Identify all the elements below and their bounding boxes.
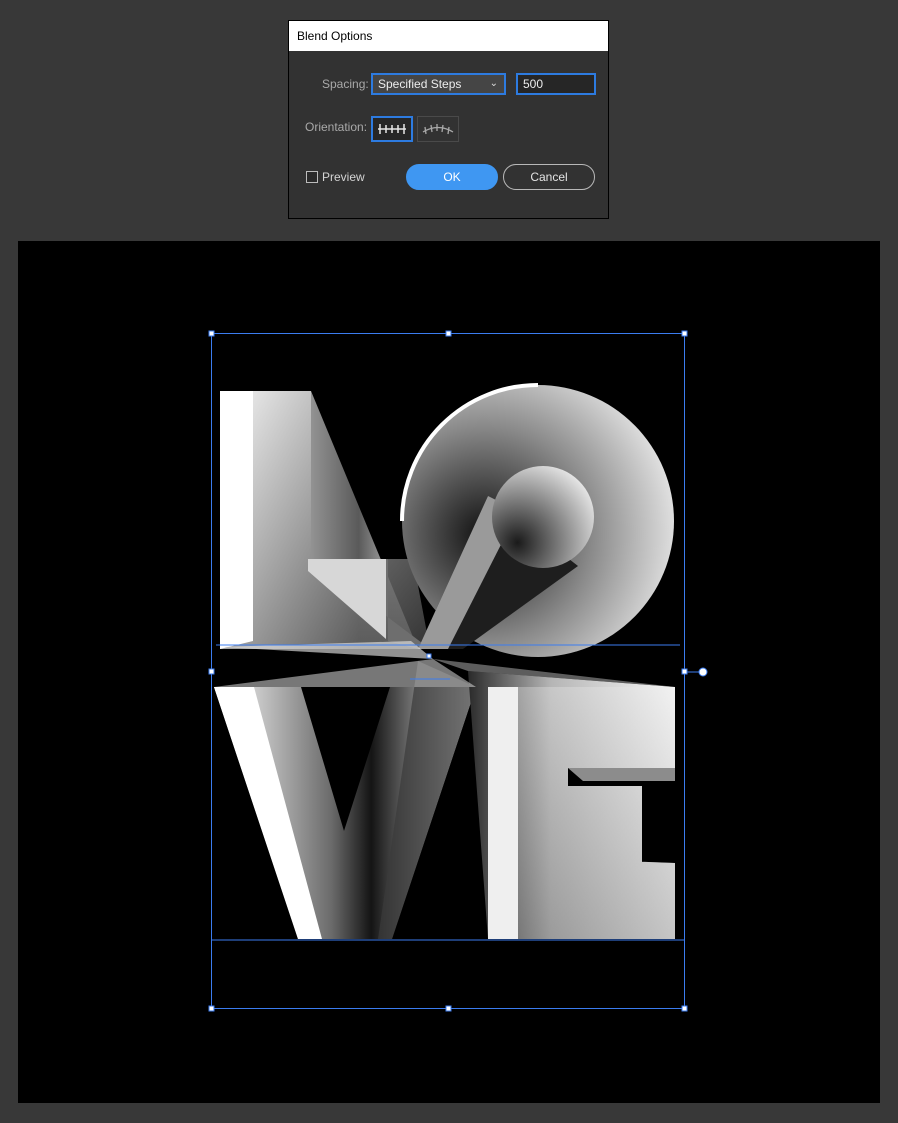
letter-e — [468, 671, 675, 939]
align-to-path-icon — [422, 124, 454, 135]
cancel-button[interactable]: Cancel — [503, 164, 595, 190]
orientation-label: Orientation: — [305, 120, 368, 134]
align-to-path-button[interactable] — [417, 116, 459, 142]
letter-v — [214, 661, 476, 939]
chevron-down-icon: ⌄ — [489, 78, 498, 89]
blend-options-dialog: Blend Options Spacing: Specified Steps ⌄… — [288, 20, 609, 219]
dialog-title: Blend Options — [289, 21, 608, 51]
letter-o — [400, 383, 674, 657]
artboard[interactable] — [18, 241, 880, 1103]
love-blend-artwork — [208, 330, 708, 1012]
align-to-page-icon — [378, 124, 406, 134]
preview-checkbox[interactable] — [306, 171, 318, 183]
spacing-label: Spacing: — [322, 77, 369, 91]
letter-l — [220, 391, 430, 649]
align-to-page-button[interactable] — [371, 116, 413, 142]
ok-button[interactable]: OK — [406, 164, 498, 190]
spacing-select-value: Specified Steps — [378, 77, 462, 91]
spacing-select[interactable]: Specified Steps ⌄ — [371, 73, 506, 95]
steps-input[interactable]: 500 — [516, 73, 596, 95]
preview-label: Preview — [322, 170, 365, 184]
